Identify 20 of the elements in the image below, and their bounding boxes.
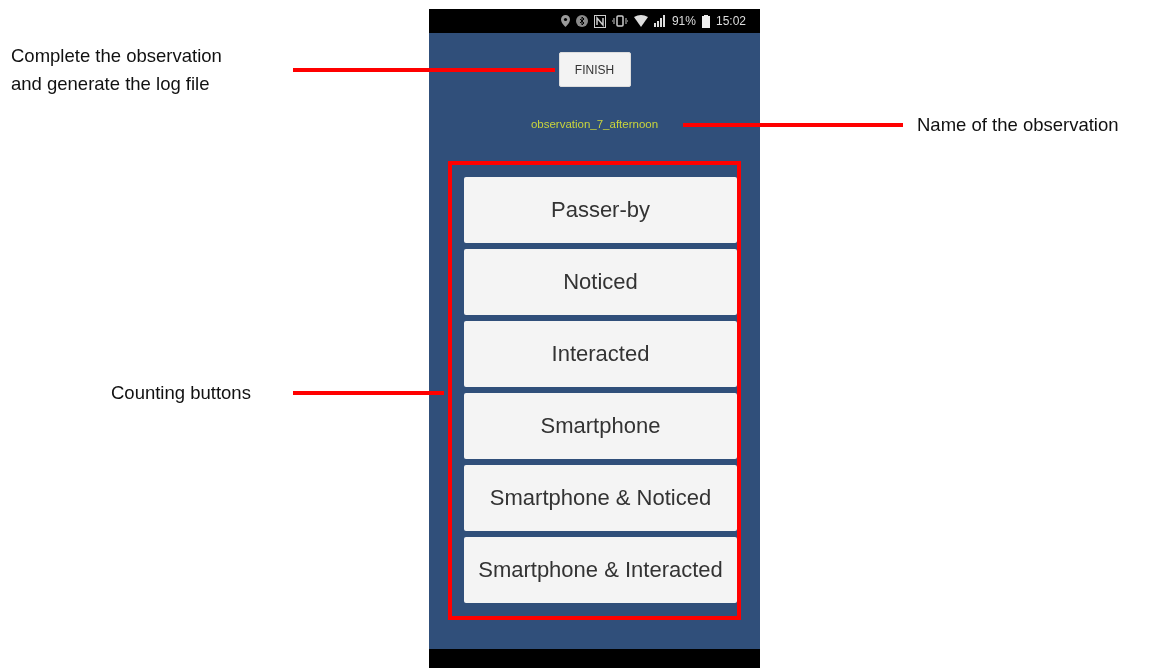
bluetooth-icon — [575, 15, 588, 27]
finish-button[interactable]: FINISH — [558, 52, 631, 87]
location-icon — [560, 15, 570, 27]
clock-time: 15:02 — [715, 14, 746, 28]
battery-icon — [701, 14, 710, 28]
annotation-label: Name of the observation — [917, 113, 1119, 137]
battery-percent: 91% — [671, 14, 696, 28]
vibrate-icon — [611, 15, 628, 27]
observation-name: observation_7_afternoon — [530, 118, 659, 130]
nfc-icon — [593, 14, 606, 28]
counting-button[interactable]: Smartphone & Interacted — [464, 537, 737, 603]
counting-button[interactable]: Smartphone — [464, 393, 737, 459]
counting-button[interactable]: Passer-by — [464, 177, 737, 243]
counting-button[interactable]: Noticed — [464, 249, 737, 315]
annotation-label: Counting buttons — [111, 381, 251, 405]
annotation-label: Complete the observation and generate the log file — [11, 44, 222, 96]
counting-button[interactable]: Interacted — [464, 321, 737, 387]
signal-icon — [653, 15, 666, 27]
counting-button[interactable]: Smartphone & Noticed — [464, 465, 737, 531]
wifi-icon — [633, 15, 648, 27]
